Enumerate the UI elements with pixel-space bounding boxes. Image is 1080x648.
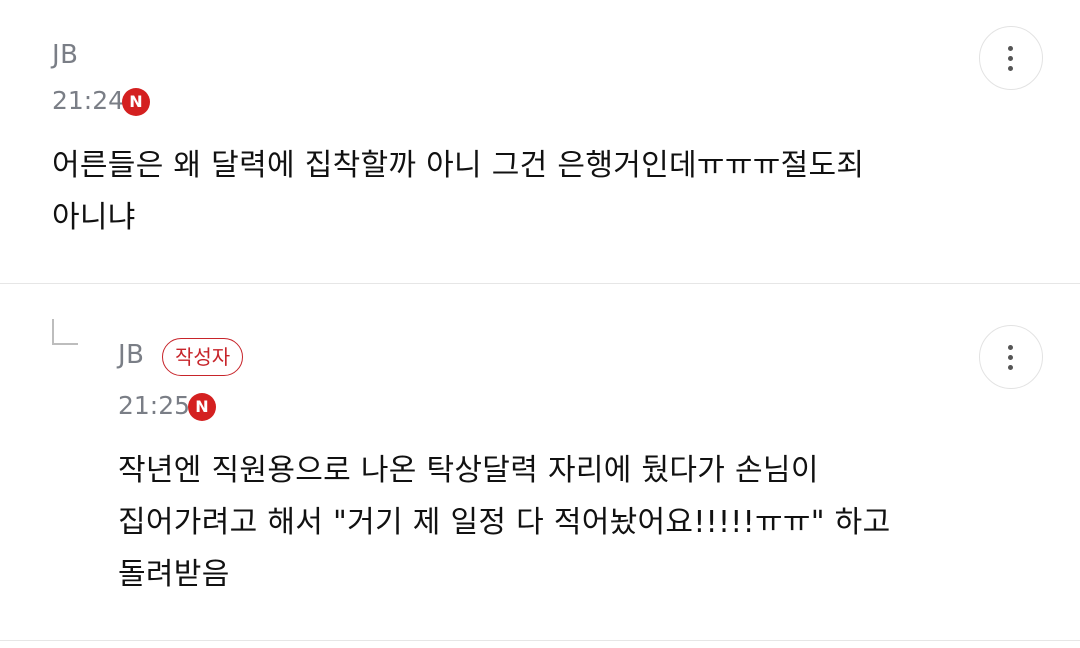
divider: [0, 640, 1080, 641]
comment-line: 어른들은 왜 달력에 집착할까 아니 그건 은행거인데ㅠㅠㅠ절도죄: [52, 148, 865, 183]
comment-time: 21:25: [118, 391, 191, 420]
reply-arrow-icon: [52, 319, 78, 345]
divider: [0, 283, 1080, 284]
comment-line: 아니냐: [52, 200, 136, 235]
new-badge-icon: N: [188, 393, 216, 421]
comment-line: 작년엔 직원용으로 나온 탁상달력 자리에 뒀다가 손님이: [118, 453, 819, 488]
comment-author[interactable]: JB: [52, 40, 79, 70]
more-vertical-icon: [1008, 345, 1013, 350]
comment-item: JB 21:24 N 어른들은 왜 달력에 집착할까 아니 그건 은행거인데ㅠㅠ…: [0, 0, 1080, 284]
more-options-button[interactable]: [979, 26, 1043, 90]
comment-body: 어른들은 왜 달력에 집착할까 아니 그건 은행거인데ㅠㅠㅠ절도죄 아니냐: [52, 140, 864, 244]
writer-badge: 작성자: [162, 338, 244, 376]
comment-line: 돌려받음: [118, 557, 230, 592]
comment-line: 집어가려고 해서 "거기 제 일정 다 적어놨어요!!!!!ㅠㅠ" 하고: [118, 505, 891, 540]
more-options-button[interactable]: [979, 325, 1043, 389]
comment-author[interactable]: JB: [118, 340, 145, 370]
comment-body: 작년엔 직원용으로 나온 탁상달력 자리에 뒀다가 손님이 집어가려고 해서 "…: [118, 445, 890, 601]
more-vertical-icon: [1008, 46, 1013, 51]
comment-time: 21:24: [52, 86, 125, 115]
new-badge-icon: N: [122, 88, 150, 116]
reply-comment-item: JB 작성자 21:25 N 작년엔 직원용으로 나온 탁상달력 자리에 뒀다가…: [0, 285, 1080, 640]
